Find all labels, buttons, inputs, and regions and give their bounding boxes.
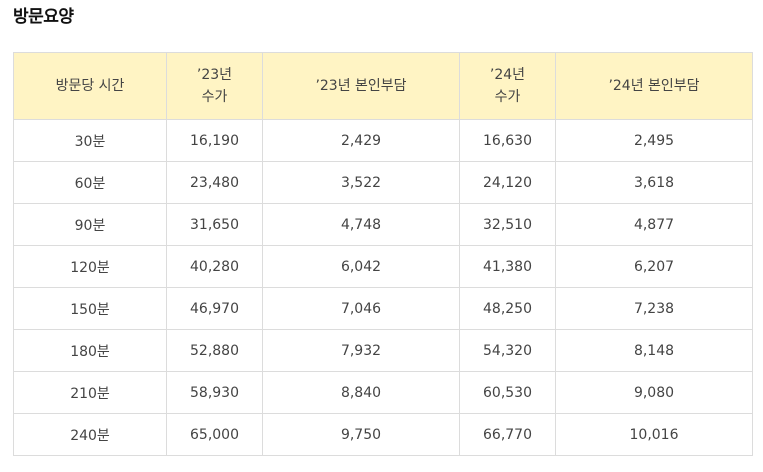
table-row: 30분 16,190 2,429 16,630 2,495 (13, 119, 753, 162)
cell-visit-time: 180분 (13, 329, 167, 372)
cell-visit-time: 90분 (13, 203, 167, 246)
table-row: 60분 23,480 3,522 24,120 3,618 (13, 161, 753, 204)
cell-visit-time: 60분 (13, 161, 167, 204)
cell-24-copay: 8,148 (555, 329, 753, 372)
cell-23-fee: 23,480 (166, 161, 263, 204)
cell-23-copay: 4,748 (262, 203, 460, 246)
cell-23-copay: 3,522 (262, 161, 460, 204)
cell-23-copay: 6,042 (262, 245, 460, 288)
cell-23-fee: 52,880 (166, 329, 263, 372)
table-body: 30분 16,190 2,429 16,630 2,495 60분 23,480 3,522 2… (13, 119, 753, 456)
cell-24-copay: 6,207 (555, 245, 753, 288)
cell-24-fee: 32,510 (459, 203, 556, 246)
cell-24-fee: 48,250 (459, 287, 556, 330)
cell-23-fee: 65,000 (166, 413, 263, 456)
cell-24-copay: 4,877 (555, 203, 753, 246)
cell-23-fee: 40,280 (166, 245, 263, 288)
cell-23-fee: 16,190 (166, 119, 263, 162)
table-row: 240분 65,000 9,750 66,770 10,016 (13, 413, 753, 456)
cell-24-fee: 60,530 (459, 371, 556, 414)
cell-24-fee: 41,380 (459, 245, 556, 288)
cell-23-fee: 58,930 (166, 371, 263, 414)
cell-23-fee: 46,970 (166, 287, 263, 330)
cell-24-copay: 10,016 (555, 413, 753, 456)
cell-visit-time: 240분 (13, 413, 167, 456)
header-24-copay: ’24년 본인부담 (555, 52, 753, 120)
cell-24-copay: 2,495 (555, 119, 753, 162)
cell-23-copay: 8,840 (262, 371, 460, 414)
page-title: 방문요양 (13, 7, 74, 27)
cell-24-fee: 54,320 (459, 329, 556, 372)
cell-24-fee: 66,770 (459, 413, 556, 456)
cell-24-copay: 7,238 (555, 287, 753, 330)
rate-table: 방문당 시간 ’23년 수가 ’23년 본인부담 ’24년 수가 ’24년 본인… (13, 52, 753, 456)
header-23-copay: ’23년 본인부담 (262, 52, 460, 120)
cell-23-fee: 31,650 (166, 203, 263, 246)
cell-visit-time: 120분 (13, 245, 167, 288)
cell-24-fee: 16,630 (459, 119, 556, 162)
table-row: 120분 40,280 6,042 41,380 6,207 (13, 245, 753, 288)
header-24-fee: ’24년 수가 (459, 52, 556, 120)
cell-visit-time: 150분 (13, 287, 167, 330)
header-visit-time: 방문당 시간 (13, 52, 167, 120)
cell-23-copay: 9,750 (262, 413, 460, 456)
cell-24-copay: 3,618 (555, 161, 753, 204)
cell-23-copay: 7,046 (262, 287, 460, 330)
table-row: 150분 46,970 7,046 48,250 7,238 (13, 287, 753, 330)
cell-23-copay: 7,932 (262, 329, 460, 372)
table-row: 180분 52,880 7,932 54,320 8,148 (13, 329, 753, 372)
table-row: 210분 58,930 8,840 60,530 9,080 (13, 371, 753, 414)
cell-visit-time: 30분 (13, 119, 167, 162)
table-header-row: 방문당 시간 ’23년 수가 ’23년 본인부담 ’24년 수가 ’24년 본인… (13, 52, 753, 120)
header-23-fee: ’23년 수가 (166, 52, 263, 120)
cell-24-fee: 24,120 (459, 161, 556, 204)
table-row: 90분 31,650 4,748 32,510 4,877 (13, 203, 753, 246)
cell-visit-time: 210분 (13, 371, 167, 414)
cell-23-copay: 2,429 (262, 119, 460, 162)
cell-24-copay: 9,080 (555, 371, 753, 414)
